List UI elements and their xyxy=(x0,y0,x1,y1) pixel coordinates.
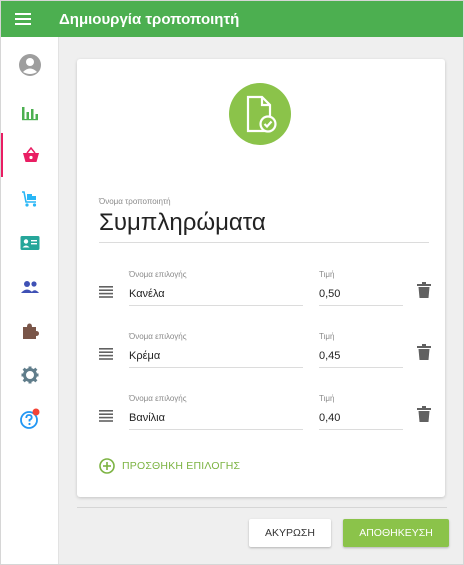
add-option-label: ΠΡΟΣΘΗΚΗ ΕΠΙΛΟΓΗΣ xyxy=(122,460,241,472)
option-price-label: Τιμή xyxy=(319,332,335,341)
option-row: Όνομα επιλογής Βανίλια Τιμή 0,40 xyxy=(77,394,445,438)
basket-icon xyxy=(23,147,39,162)
sidebar-item-reports[interactable] xyxy=(1,90,59,134)
main-content: Όνομα τροποποιητή Συμπληρώματα Όνομα επι… xyxy=(59,37,463,564)
modifier-form-card: Όνομα τροποποιητή Συμπληρώματα Όνομα επι… xyxy=(77,59,445,497)
option-price-input[interactable]: 0,45 xyxy=(319,346,403,368)
sidebar-item-basket[interactable] xyxy=(1,133,59,177)
sidebar xyxy=(1,37,59,564)
option-price-input[interactable]: 0,50 xyxy=(319,284,403,306)
sidebar-item-account[interactable] xyxy=(1,43,59,87)
option-price-label: Τιμή xyxy=(319,270,335,279)
group-icon xyxy=(21,281,39,293)
drag-handle-icon[interactable] xyxy=(99,286,113,298)
notification-dot xyxy=(32,408,40,416)
option-name-label: Όνομα επιλογής xyxy=(129,394,187,403)
account-circle-icon xyxy=(19,54,41,76)
modifier-name-input[interactable]: Συμπληρώματα xyxy=(99,209,429,243)
add-option-button[interactable]: ΠΡΟΣΘΗΚΗ ΕΠΙΛΟΓΗΣ xyxy=(99,457,240,475)
puzzle-icon xyxy=(23,323,39,339)
option-name-label: Όνομα επιλογής xyxy=(129,332,187,341)
option-row: Όνομα επιλογής Κανέλα Τιμή 0,50 xyxy=(77,270,445,314)
footer-divider xyxy=(77,507,447,508)
sidebar-item-contacts[interactable] xyxy=(1,221,59,265)
drag-handle-icon[interactable] xyxy=(99,410,113,422)
document-check-icon xyxy=(246,95,277,133)
page-title: Δημιουργία τροποποιητή xyxy=(59,10,240,28)
cart-icon xyxy=(22,191,37,207)
sidebar-item-help[interactable] xyxy=(1,397,59,441)
app-window: Δημιουργία τροποποιητή Όνομα τροποποιητή… xyxy=(0,0,464,565)
option-name-label: Όνομα επιλογής xyxy=(129,270,187,279)
modifier-name-label: Όνομα τροποποιητή xyxy=(99,197,171,206)
help-icon xyxy=(20,408,40,429)
option-name-input[interactable]: Κανέλα xyxy=(129,284,303,306)
save-button[interactable]: ΑΠΟΘΗΚΕΥΣΗ xyxy=(343,519,449,547)
add-circle-icon xyxy=(99,458,115,474)
trash-icon[interactable] xyxy=(417,406,431,422)
sidebar-item-extensions[interactable] xyxy=(1,309,59,353)
gear-icon xyxy=(21,366,39,384)
cancel-button[interactable]: ΑΚΥΡΩΣΗ xyxy=(249,519,331,547)
trash-icon[interactable] xyxy=(417,282,431,298)
option-price-label: Τιμή xyxy=(319,394,335,403)
contact-card-icon xyxy=(20,236,40,250)
sidebar-item-users[interactable] xyxy=(1,265,59,309)
option-name-input[interactable]: Βανίλια xyxy=(129,408,303,430)
trash-icon[interactable] xyxy=(417,344,431,360)
option-row: Όνομα επιλογής Κρέμα Τιμή 0,45 xyxy=(77,332,445,376)
drag-handle-icon[interactable] xyxy=(99,348,113,360)
menu-icon xyxy=(15,13,31,25)
bar-chart-icon xyxy=(22,107,38,121)
sidebar-item-delivery[interactable] xyxy=(1,177,59,221)
option-price-input[interactable]: 0,40 xyxy=(319,408,403,430)
top-app-bar: Δημιουργία τροποποιητή xyxy=(1,1,463,37)
option-name-input[interactable]: Κρέμα xyxy=(129,346,303,368)
sidebar-item-settings[interactable] xyxy=(1,353,59,397)
hero-badge xyxy=(229,83,291,145)
menu-button[interactable] xyxy=(1,1,45,37)
